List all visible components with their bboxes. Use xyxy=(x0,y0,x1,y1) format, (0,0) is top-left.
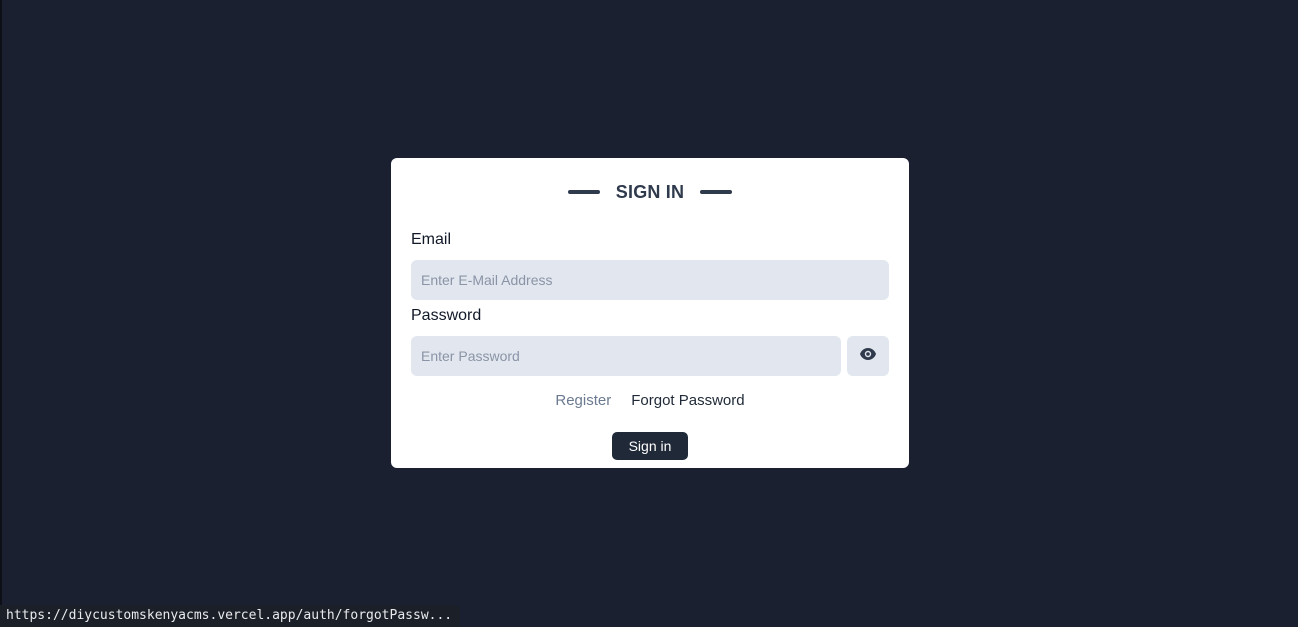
sign-in-button[interactable]: Sign in xyxy=(612,432,688,460)
forgot-password-link[interactable]: Forgot Password xyxy=(631,392,744,409)
title-left-divider xyxy=(567,190,600,194)
email-field[interactable] xyxy=(411,260,889,300)
password-field[interactable] xyxy=(411,336,841,376)
card-header: SIGN IN xyxy=(391,180,909,204)
toggle-password-visibility-button[interactable] xyxy=(847,336,889,376)
link-preview-status-bar: https://diycustomskenyacms.vercel.app/au… xyxy=(0,605,461,627)
eye-icon xyxy=(859,347,877,366)
title-right-divider xyxy=(700,190,733,194)
register-link[interactable]: Register xyxy=(555,392,611,409)
window-edge xyxy=(0,0,2,627)
email-label: Email xyxy=(411,231,452,248)
signin-card: SIGN IN Email Password Register Forgot P… xyxy=(391,158,909,468)
password-label: Password xyxy=(411,307,482,324)
page: SIGN IN Email Password Register Forgot P… xyxy=(0,0,1298,627)
page-title: SIGN IN xyxy=(615,181,685,202)
auth-links: Register Forgot Password xyxy=(391,392,909,409)
